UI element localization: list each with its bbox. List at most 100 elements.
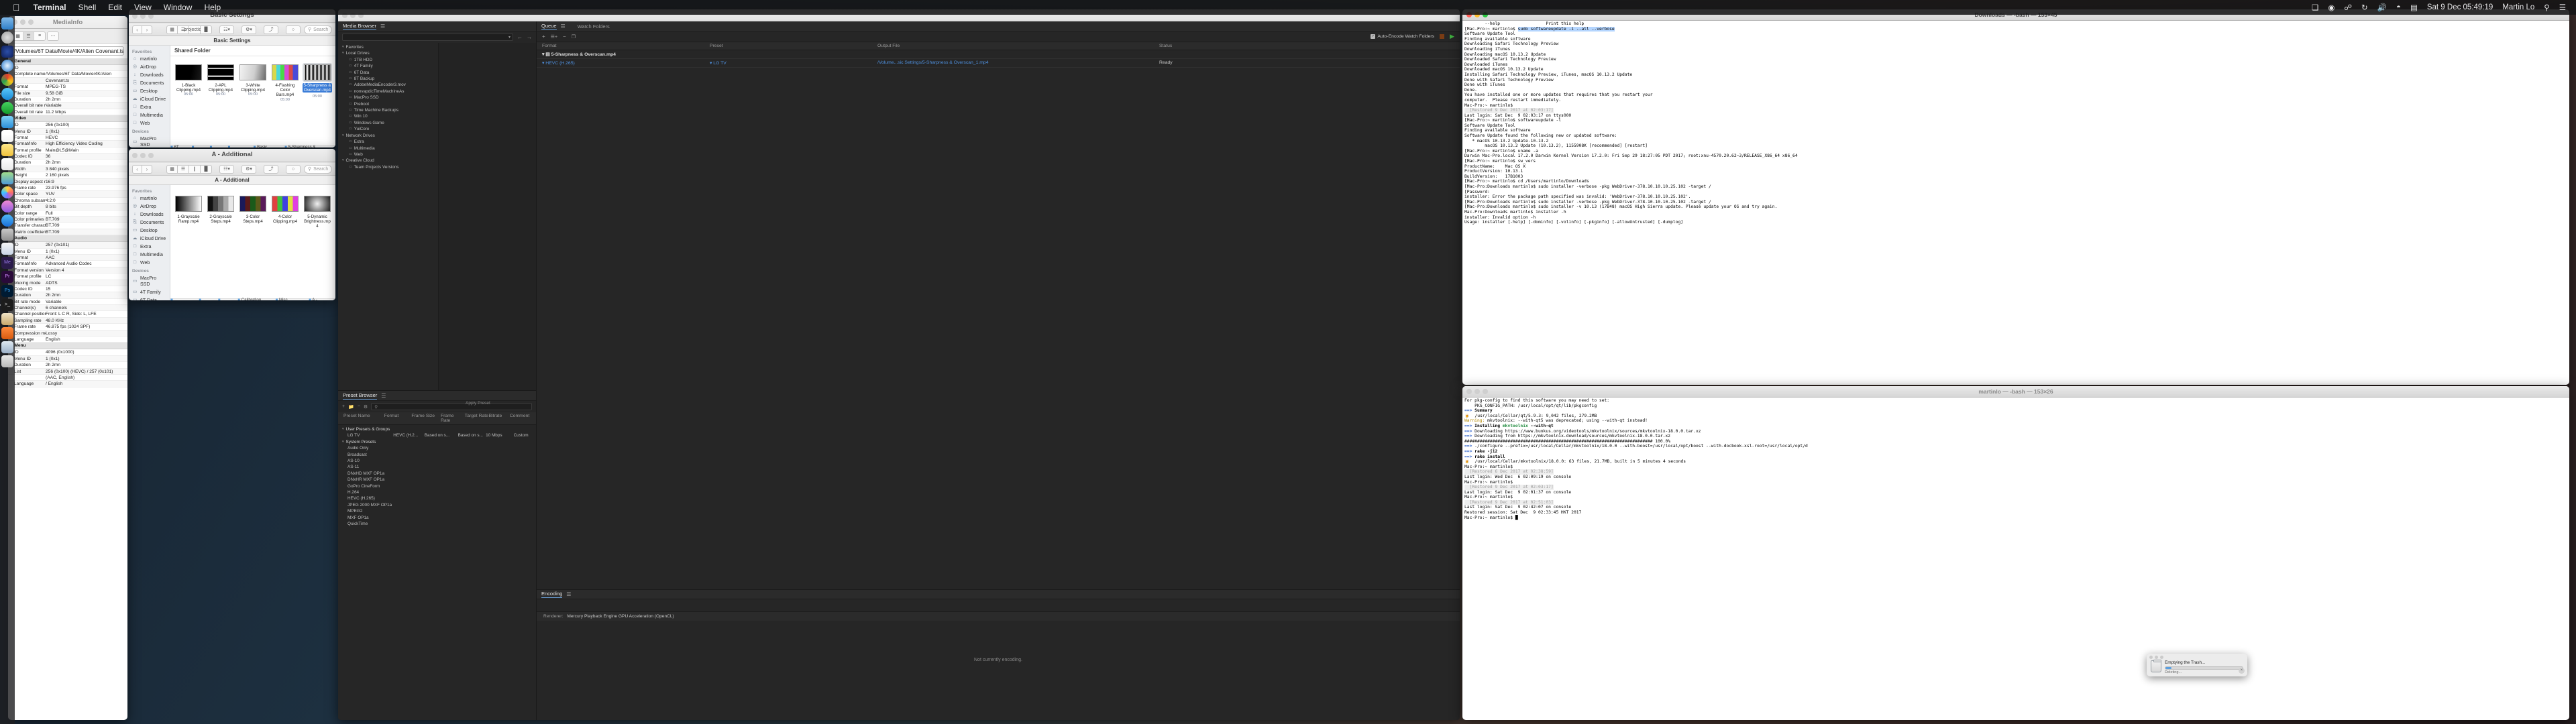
new-preset-icon[interactable]: +: [342, 404, 345, 409]
media-browser-item[interactable]: ▭ Preboot: [338, 101, 438, 107]
sidebar-item-extra[interactable]: □ Extra: [129, 103, 170, 111]
file-item[interactable]: 3-White Clipping.mp4 05:00: [238, 63, 268, 102]
dock-messages-icon[interactable]: [0, 88, 13, 100]
panel-menu-icon[interactable]: ☰: [381, 393, 386, 399]
media-browser-item[interactable]: ▭ Web: [338, 152, 438, 158]
breadcrumb-item[interactable]: ■ Demo: [218, 298, 232, 300]
disclosure-icon[interactable]: ▾: [342, 158, 344, 164]
file-item[interactable]: 1-Grayscale Ramp.mp4: [174, 194, 203, 229]
column-view-icon[interactable]: ∥: [189, 164, 201, 174]
encoding-tab[interactable]: Encoding: [541, 591, 563, 598]
dock-chrome-icon[interactable]: [1, 74, 13, 86]
timemachine-icon[interactable]: ↻: [2357, 3, 2373, 12]
control-center-icon[interactable]: ☰: [2555, 3, 2571, 12]
file-item[interactable]: 2-Grayscale Steps.mp4: [206, 194, 235, 229]
preset-column-frame-size[interactable]: Frame Size: [411, 414, 441, 423]
breadcrumb-item[interactable]: ■ Calibration tools: [237, 298, 270, 300]
duplicate-icon[interactable]: ❐: [572, 34, 576, 40]
preset-browser-header[interactable]: Preset Browser ☰: [338, 391, 536, 401]
media-browser-group[interactable]: ▾ Creative Cloud: [338, 158, 438, 164]
media-browser-item[interactable]: ▭ 6T Data: [338, 70, 438, 76]
forward-icon[interactable]: →: [527, 34, 532, 40]
preset-item[interactable]: GoPro CineForm: [338, 483, 536, 489]
mediainfo-toolbar[interactable]: ▦ ☰ ≡ ⋯: [8, 29, 127, 44]
cancel-button[interactable]: ×: [2239, 668, 2245, 674]
sidebar-item-web[interactable]: □ Web: [129, 259, 170, 267]
media-browser-item[interactable]: ▭ 8T Backup: [338, 76, 438, 82]
media-encoder-window[interactable]: Media Browser ☰ ▾ ← → ▾ Favorites ▾ Local D…: [338, 9, 1460, 720]
volume-icon[interactable]: 🔊: [2373, 3, 2392, 12]
media-browser-path-dropdown[interactable]: ▾: [342, 34, 513, 41]
disclosure-icon[interactable]: ▾: [342, 50, 344, 56]
breadcrumb-item[interactable]: ■ Calibration: [227, 145, 248, 147]
settings-icon[interactable]: ⚙: [364, 404, 368, 410]
preset-column-preset-name[interactable]: Preset Name: [343, 414, 384, 423]
dock[interactable]: Me Pr Ps >_: [0, 15, 15, 724]
zoom-icon[interactable]: [2160, 656, 2163, 659]
menu-item-shell[interactable]: Shell: [72, 0, 103, 15]
view-mode-segmented[interactable]: ▦ ☰ ≡: [12, 31, 46, 41]
preset-browser-panel[interactable]: Preset Browser ☰ + 📁 − ⚙ ⚲ Preset Name Fo…: [338, 390, 537, 720]
empty-trash-dialog[interactable]: Emptying the Trash... Deleting... ×: [2147, 654, 2247, 676]
panel-menu-icon[interactable]: ☰: [566, 591, 571, 597]
preset-column-target-rate[interactable]: Target Rate: [465, 414, 489, 423]
menu-item-terminal[interactable]: Terminal: [28, 0, 72, 15]
user-name[interactable]: Martin Lo: [2498, 3, 2539, 11]
list-view-icon[interactable]: ☰: [23, 32, 34, 40]
finder-additional-window[interactable]: A - Additional ‹ › ▦ ☰ ∥ █ ☷▾ ⚙▾ ⤴ ○ ⚲ S…: [129, 149, 335, 300]
text-view-icon[interactable]: ≡: [34, 32, 45, 40]
preset-item[interactable]: H.264: [338, 489, 536, 495]
mediainfo-section-header[interactable]: Video: [8, 115, 127, 123]
media-browser-item[interactable]: ▭ Team Projects Versions: [338, 164, 438, 170]
sidebar-item-desktop[interactable]: ▭ Desktop: [129, 87, 170, 95]
battery-icon[interactable]: ▤: [2406, 3, 2422, 12]
finder2-sidebar[interactable]: Favorites ⌂ martinlo ◎ AirDrop ↓ Downloads ⎘ Doc…: [129, 185, 170, 300]
delete-preset-icon[interactable]: −: [358, 404, 360, 409]
finder2-window-controls[interactable]: [132, 152, 154, 158]
tab-watch-folders[interactable]: Watch Folders: [578, 23, 610, 29]
sidebar-item-extra[interactable]: □ Extra: [129, 243, 170, 251]
stop-icon[interactable]: [1440, 34, 1445, 39]
sidebar-item-web[interactable]: □ Web: [129, 119, 170, 127]
breadcrumb-item[interactable]: ■ A - Additional: [309, 298, 335, 300]
terminal-window-top[interactable]: Downloads — -bash — 153×45 --help Print …: [1462, 9, 2569, 385]
dock-mail-icon[interactable]: [1, 116, 13, 128]
forward-icon[interactable]: ›: [142, 25, 152, 34]
disclosure-icon[interactable]: ▾: [342, 426, 344, 432]
preset-item[interactable]: QuickTime: [338, 521, 536, 527]
media-browser-group[interactable]: ▾ Local Drives: [338, 50, 438, 56]
file-item[interactable]: 3-Color Steps.mp4: [238, 194, 268, 229]
zoom-icon[interactable]: [148, 152, 154, 158]
dock-appstore-icon[interactable]: [1, 215, 13, 227]
breadcrumb-item[interactable]: ■ 5-Sharpness & Overscan.mp4: [284, 145, 335, 147]
mediainfo-rows[interactable]: GeneralIDComplete name/Volumes/6T Data/M…: [8, 58, 127, 720]
finder1-sidebar[interactable]: Favorites ⌂ martinlo ◎ AirDrop ↓ Downloads ⎘ Doc…: [129, 46, 170, 147]
panel-menu-icon[interactable]: ☰: [380, 23, 385, 29]
file-item[interactable]: 1-Black Clipping.mp4 05:00: [174, 63, 203, 102]
share-button[interactable]: ⤴: [264, 164, 278, 174]
finder-basic-settings-window[interactable]: Basic Settings ‹ › ▦ ☰ projection; █ ☷▾ …: [129, 9, 335, 147]
sidebar-device-macpro-ssd[interactable]: ▭ MacPro SSD: [129, 135, 170, 147]
dock-preferences-icon[interactable]: [1, 229, 13, 241]
media-browser-group[interactable]: ▾ Favorites: [338, 44, 438, 50]
minimize-icon[interactable]: [20, 19, 25, 25]
gallery-view-icon[interactable]: █: [201, 164, 212, 174]
finder1-file-grid[interactable]: 1-Black Clipping.mp4 05:00 2-APL Clipping.…: [170, 56, 335, 102]
mediainfo-section-header[interactable]: Menu: [8, 343, 127, 350]
bluetooth-icon[interactable]: ☍: [2339, 3, 2357, 12]
mediainfo-section-header[interactable]: Audio: [8, 235, 127, 243]
sidebar-device-macpro-ssd[interactable]: ▭ MacPro SSD: [129, 274, 170, 288]
nav-buttons[interactable]: ‹ ›: [132, 25, 152, 34]
add-icon[interactable]: +: [542, 34, 545, 40]
icon-view-icon[interactable]: ▦: [166, 25, 178, 34]
encoding-header[interactable]: Encoding ☰: [537, 589, 1460, 599]
media-browser-item[interactable]: ▭ MacPro SSD: [338, 95, 438, 101]
breadcrumb-item[interactable]: ■ Movie: [192, 145, 205, 147]
preset-item[interactable]: MPEG2: [338, 508, 536, 514]
media-browser-item[interactable]: ▭ Windows Game: [338, 120, 438, 126]
preset-item[interactable]: DNxHR MXF OP1a: [338, 477, 536, 483]
share-button[interactable]: ⤴: [264, 25, 278, 34]
breadcrumb-item[interactable]: ■ Basic Settings: [254, 145, 279, 147]
terminal-bottom-titlebar[interactable]: martinlo — -bash — 153×26: [1462, 386, 2569, 398]
new-folder-icon[interactable]: 📁: [348, 404, 354, 410]
